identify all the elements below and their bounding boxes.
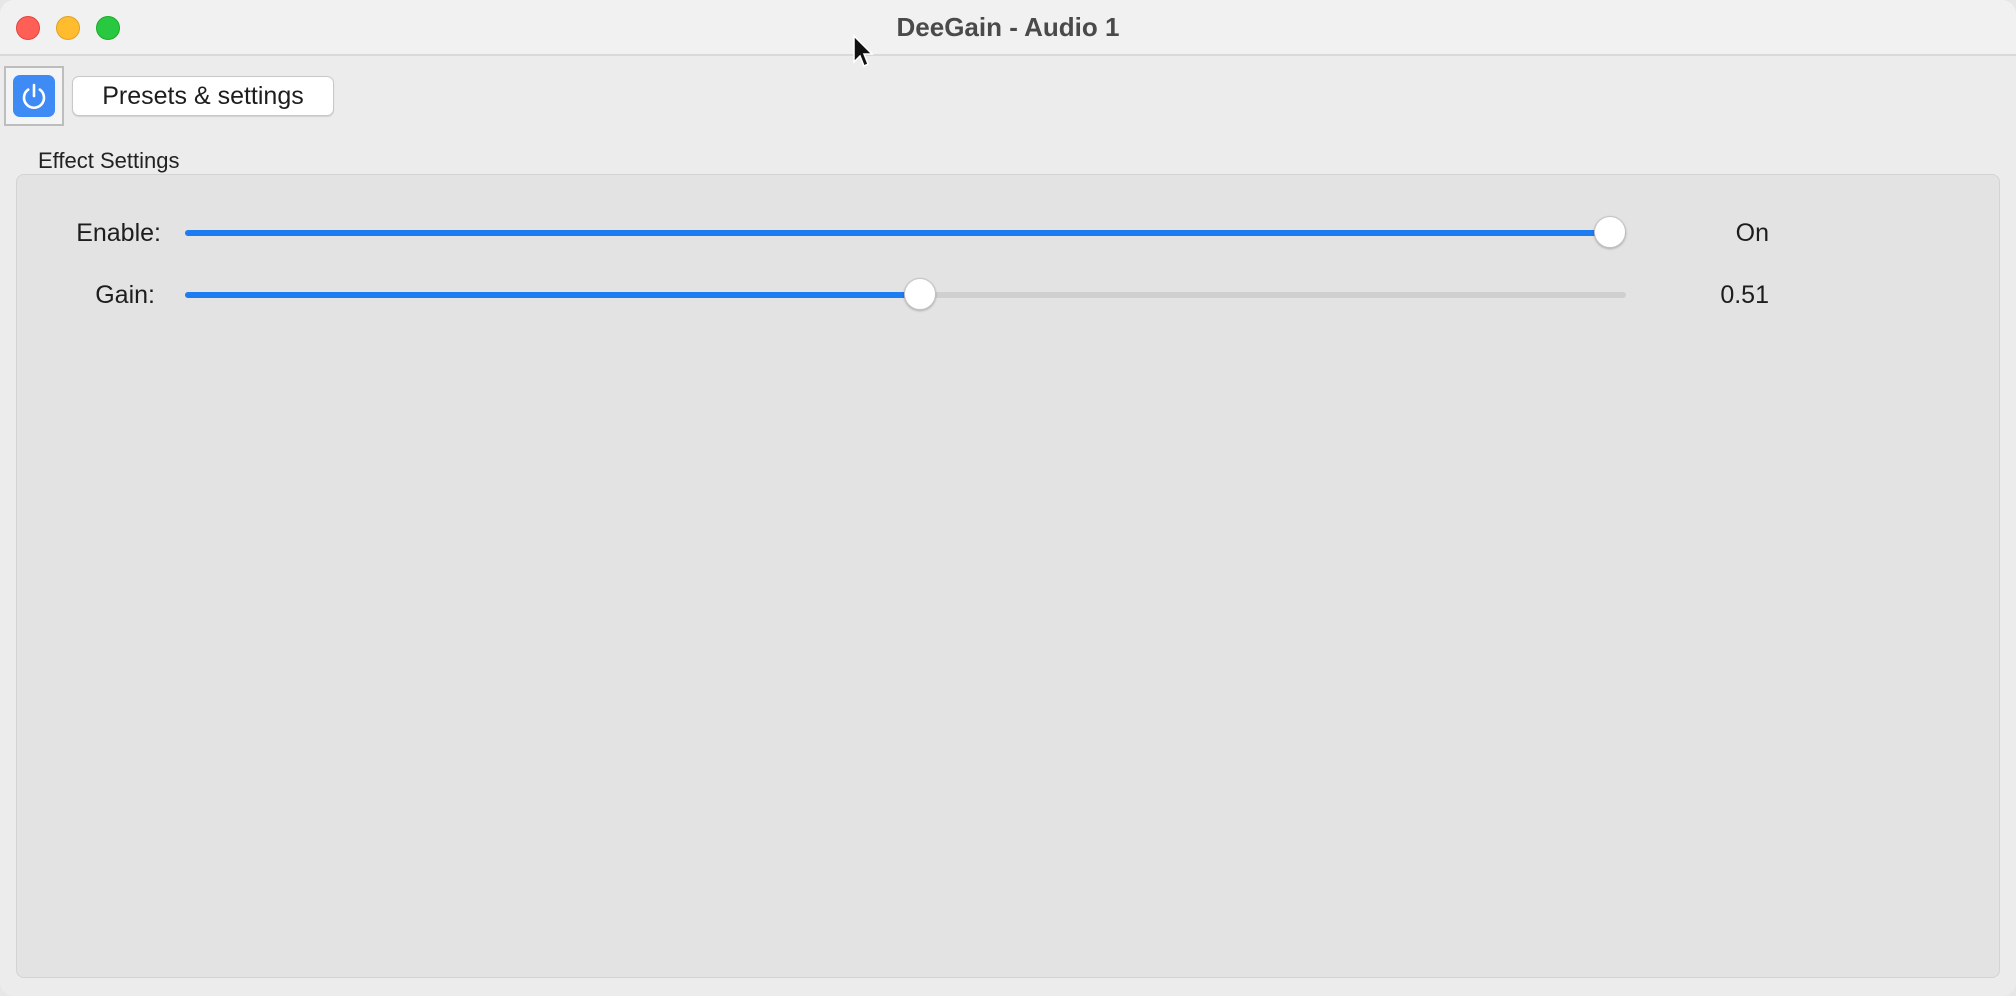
bypass-toggle-frame <box>4 66 64 126</box>
power-icon <box>22 83 46 110</box>
gain-slider-fill <box>185 292 920 298</box>
enable-label: Enable: <box>76 219 161 247</box>
plugin-window: DeeGain - Audio 1 Presets & settings Eff… <box>0 0 2016 996</box>
window-title: DeeGain - Audio 1 <box>896 12 1120 42</box>
effect-settings-label: Effect Settings <box>38 148 180 173</box>
effect-settings-group: Enable: On Gain: 0.51 <box>16 174 2000 978</box>
gain-slider[interactable] <box>185 278 1626 310</box>
presets-settings-button[interactable]: Presets & settings <box>72 76 334 116</box>
mouse-pointer-icon <box>853 34 874 68</box>
enable-slider-thumb[interactable] <box>1594 216 1626 248</box>
gain-slider-thumb[interactable] <box>903 278 936 310</box>
enable-slider-fill <box>185 230 1626 236</box>
bypass-power-button[interactable] <box>13 75 55 117</box>
enable-value: On <box>1735 219 1769 247</box>
gain-label: Gain: <box>95 281 155 309</box>
gain-value: 0.51 <box>1720 281 1769 309</box>
enable-slider[interactable] <box>185 216 1626 248</box>
title-bar[interactable]: DeeGain - Audio 1 <box>0 0 2016 56</box>
